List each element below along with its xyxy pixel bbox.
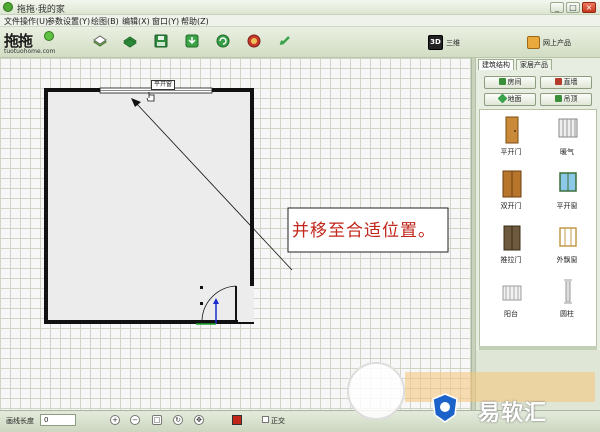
minimize-button[interactable]: _ bbox=[550, 2, 564, 13]
view-3d-label: 三维 bbox=[446, 39, 460, 47]
menu-window[interactable]: 窗口(Y) bbox=[152, 16, 179, 27]
list-item-double-door[interactable]: 双开门 bbox=[486, 168, 536, 220]
list-item-bay-window[interactable]: 外飘窗 bbox=[542, 222, 592, 274]
window-tag[interactable]: 平开窗 bbox=[151, 80, 176, 90]
balcony-icon bbox=[502, 285, 522, 301]
logo-dot-icon bbox=[44, 31, 54, 41]
radiator-icon bbox=[558, 118, 578, 138]
color-picker-icon[interactable] bbox=[232, 415, 242, 425]
app-icon bbox=[3, 2, 13, 12]
column-icon bbox=[564, 279, 572, 304]
delete-icon[interactable] bbox=[246, 33, 262, 49]
menu-params[interactable]: 参数设置(Y) bbox=[47, 16, 90, 27]
shop-icon bbox=[527, 36, 540, 49]
title-bar: 拖拖·我的家 _ □ × bbox=[0, 0, 600, 15]
callout-text: 并移至合适位置。 bbox=[292, 221, 436, 241]
line-length-label: 画线长度 bbox=[6, 417, 34, 425]
move-icon[interactable]: ✥ bbox=[194, 415, 204, 425]
straight-wall-button[interactable]: 直墙 bbox=[540, 76, 592, 89]
wall-icon bbox=[554, 78, 562, 85]
menu-help[interactable]: 帮助(Z) bbox=[181, 16, 209, 27]
new-file-icon[interactable] bbox=[92, 33, 108, 49]
window-title: 拖拖·我的家 bbox=[17, 5, 65, 15]
list-item-sliding-door[interactable]: 推拉门 bbox=[486, 222, 536, 274]
import-icon[interactable] bbox=[184, 33, 200, 49]
double-door-icon bbox=[502, 170, 522, 198]
room-floor bbox=[48, 92, 250, 320]
maximize-button[interactable]: □ bbox=[566, 2, 580, 13]
sliding-door-icon bbox=[503, 225, 521, 251]
online-products-label: 网上产品 bbox=[543, 39, 571, 47]
save-icon[interactable] bbox=[153, 33, 169, 49]
door-icon bbox=[505, 116, 519, 144]
menu-draw[interactable]: 绘图(B) bbox=[91, 16, 119, 27]
ceiling-button[interactable]: 吊顶 bbox=[540, 93, 592, 106]
ceiling-icon bbox=[554, 95, 562, 102]
list-item-balcony[interactable]: 阳台 bbox=[486, 276, 536, 328]
list-item-door[interactable]: 平开门 bbox=[486, 114, 536, 166]
menu-edit[interactable]: 编辑(X) bbox=[122, 16, 150, 27]
tab-building-structure[interactable]: 建筑结构 bbox=[478, 59, 514, 70]
menu-bar: 文件操作(U) 参数设置(Y) 绘图(B) 编辑(X) 窗口(Y) 帮助(Z) bbox=[0, 15, 600, 27]
menu-file[interactable]: 文件操作(U) bbox=[4, 16, 48, 27]
open-file-icon[interactable] bbox=[122, 33, 138, 49]
watermark-text: 易软汇 bbox=[478, 401, 548, 426]
toolbar: 拖拖 tuotuohome.com 3D 三维 网上产品 bbox=[0, 27, 600, 58]
line-length-input[interactable]: 0 bbox=[40, 414, 76, 426]
room-icon bbox=[498, 78, 506, 85]
refresh-icon[interactable] bbox=[215, 33, 231, 49]
app-window: 拖拖·我的家 _ □ × 文件操作(U) 参数设置(Y) 绘图(B) 编辑(X)… bbox=[0, 0, 600, 432]
brand-logo: 拖拖 tuotuohome.com bbox=[4, 30, 64, 56]
ortho-checkbox[interactable] bbox=[262, 416, 269, 423]
3d-icon: 3D bbox=[428, 35, 443, 50]
hand-cursor-icon bbox=[146, 92, 155, 102]
watermark bbox=[345, 354, 600, 432]
zoom-in-icon[interactable]: + bbox=[110, 415, 120, 425]
list-item-window[interactable]: 平开窗 bbox=[542, 168, 592, 220]
window-icon bbox=[559, 172, 577, 192]
watermark-mascot-icon bbox=[347, 362, 405, 420]
floor-icon bbox=[497, 93, 507, 104]
zoom-out-icon[interactable]: − bbox=[130, 415, 140, 425]
room-button[interactable]: 房间 bbox=[484, 76, 536, 89]
close-button[interactable]: × bbox=[582, 2, 596, 13]
floor-button[interactable]: 地面 bbox=[484, 93, 536, 106]
rotate-icon[interactable]: ↻ bbox=[173, 415, 183, 425]
logo-url: tuotuohome.com bbox=[4, 48, 56, 55]
tab-home-products[interactable]: 家居产品 bbox=[516, 59, 552, 70]
component-list: 平开门 暖气 双开门 平开窗 推拉门 外飘窗 阳台 圆柱 bbox=[479, 109, 597, 369]
fit-view-icon[interactable]: □ bbox=[152, 415, 162, 425]
ortho-label: 正交 bbox=[271, 417, 285, 425]
list-item-radiator[interactable]: 暖气 bbox=[542, 114, 592, 166]
undo-icon[interactable] bbox=[277, 33, 293, 49]
list-item-column[interactable]: 圆柱 bbox=[542, 276, 592, 328]
bay-window-icon bbox=[559, 227, 577, 247]
watermark-shield-icon bbox=[432, 393, 458, 423]
